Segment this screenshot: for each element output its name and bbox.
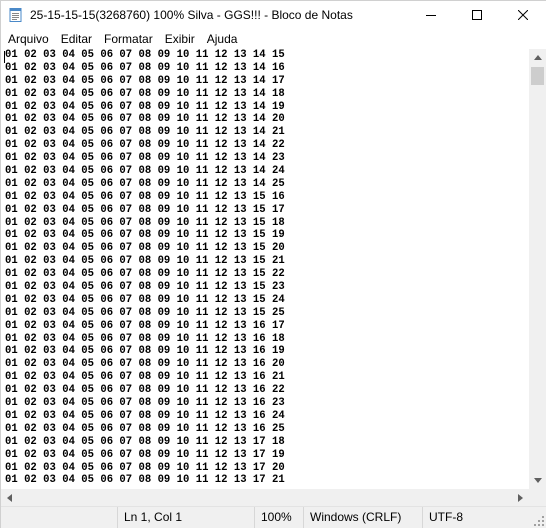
status-encoding: UTF-8 xyxy=(422,507,532,528)
text-line: 01 02 03 04 05 06 07 08 09 10 11 12 13 1… xyxy=(5,397,285,410)
menu-arquivo[interactable]: Arquivo xyxy=(1,29,55,49)
vertical-scroll-thumb[interactable] xyxy=(531,67,544,85)
vertical-scrollbar[interactable] xyxy=(529,49,546,489)
text-line: 01 02 03 04 05 06 07 08 09 10 11 12 13 1… xyxy=(5,371,285,384)
arrow-down-icon xyxy=(533,478,542,483)
text-line: 01 02 03 04 05 06 07 08 09 10 11 12 13 1… xyxy=(5,358,285,371)
close-icon xyxy=(518,10,528,20)
text-caret xyxy=(4,51,5,63)
scroll-down-button[interactable] xyxy=(529,472,546,489)
window-controls xyxy=(408,1,546,29)
text-line: 01 02 03 04 05 06 07 08 09 10 11 12 13 1… xyxy=(5,100,285,113)
resize-grip-icon[interactable] xyxy=(533,515,545,527)
text-line: 01 02 03 04 05 06 07 08 09 10 11 12 13 1… xyxy=(5,461,285,474)
text-line: 01 02 03 04 05 06 07 08 09 10 11 12 13 1… xyxy=(5,190,285,203)
menu-exibir[interactable]: Exibir xyxy=(159,29,201,49)
text-line: 01 02 03 04 05 06 07 08 09 10 11 12 13 1… xyxy=(5,268,285,281)
scroll-left-button[interactable] xyxy=(1,489,18,506)
arrow-left-icon xyxy=(7,493,12,502)
arrow-up-icon xyxy=(533,55,542,60)
text-line: 01 02 03 04 05 06 07 08 09 10 11 12 13 1… xyxy=(5,448,285,461)
text-line: 01 02 03 04 05 06 07 08 09 10 11 12 13 1… xyxy=(5,474,285,487)
horizontal-scrollbar[interactable] xyxy=(1,489,529,506)
text-line: 01 02 03 04 05 06 07 08 09 10 11 12 13 1… xyxy=(5,74,285,87)
text-line: 01 02 03 04 05 06 07 08 09 10 11 12 13 1… xyxy=(5,113,285,126)
scroll-right-button[interactable] xyxy=(512,489,529,506)
text-line: 01 02 03 04 05 06 07 08 09 10 11 12 13 1… xyxy=(5,293,285,306)
title-bar[interactable]: 25-15-15-15(3268760) 100% Silva - GGS!!!… xyxy=(1,1,546,29)
notepad-icon xyxy=(9,8,22,22)
text-line: 01 02 03 04 05 06 07 08 09 10 11 12 13 1… xyxy=(5,49,285,61)
text-line: 01 02 03 04 05 06 07 08 09 10 11 12 13 1… xyxy=(5,152,285,165)
minimize-button[interactable] xyxy=(408,1,454,29)
text-line: 01 02 03 04 05 06 07 08 09 10 11 12 13 1… xyxy=(5,319,285,332)
menu-formatar[interactable]: Formatar xyxy=(98,29,159,49)
status-zoom: 100% xyxy=(254,507,303,528)
scrollbar-corner xyxy=(529,489,546,506)
text-line: 01 02 03 04 05 06 07 08 09 10 11 12 13 1… xyxy=(5,422,285,435)
window-title: 25-15-15-15(3268760) 100% Silva - GGS!!!… xyxy=(30,8,353,22)
text-line: 01 02 03 04 05 06 07 08 09 10 11 12 13 1… xyxy=(5,306,285,319)
text-line: 01 02 03 04 05 06 07 08 09 10 11 12 13 1… xyxy=(5,87,285,100)
text-editor[interactable]: 01 02 03 04 05 06 07 08 09 10 11 12 13 1… xyxy=(1,49,529,489)
text-line: 01 02 03 04 05 06 07 08 09 10 11 12 13 1… xyxy=(5,61,285,74)
text-line: 01 02 03 04 05 06 07 08 09 10 11 12 13 1… xyxy=(5,165,285,178)
minimize-icon xyxy=(426,15,436,16)
text-line: 01 02 03 04 05 06 07 08 09 10 11 12 13 1… xyxy=(5,126,285,139)
text-line: 01 02 03 04 05 06 07 08 09 10 11 12 13 1… xyxy=(5,345,285,358)
text-line: 01 02 03 04 05 06 07 08 09 10 11 12 13 1… xyxy=(5,435,285,448)
text-line: 01 02 03 04 05 06 07 08 09 10 11 12 13 1… xyxy=(5,281,285,294)
scroll-up-button[interactable] xyxy=(529,49,546,66)
text-line: 01 02 03 04 05 06 07 08 09 10 11 12 13 1… xyxy=(5,139,285,152)
arrow-right-icon xyxy=(518,493,523,502)
text-line: 01 02 03 04 05 06 07 08 09 10 11 12 13 1… xyxy=(5,255,285,268)
text-line: 01 02 03 04 05 06 07 08 09 10 11 12 13 1… xyxy=(5,229,285,242)
text-line: 01 02 03 04 05 06 07 08 09 10 11 12 13 1… xyxy=(5,409,285,422)
text-line: 01 02 03 04 05 06 07 08 09 10 11 12 13 1… xyxy=(5,177,285,190)
maximize-button[interactable] xyxy=(454,1,500,29)
text-line: 01 02 03 04 05 06 07 08 09 10 11 12 13 1… xyxy=(5,216,285,229)
text-line: 01 02 03 04 05 06 07 08 09 10 11 12 13 1… xyxy=(5,203,285,216)
menu-editar[interactable]: Editar xyxy=(55,29,98,49)
text-line: 01 02 03 04 05 06 07 08 09 10 11 12 13 1… xyxy=(5,242,285,255)
notepad-window: 25-15-15-15(3268760) 100% Silva - GGS!!!… xyxy=(0,0,546,528)
status-line-ending: Windows (CRLF) xyxy=(303,507,422,528)
close-button[interactable] xyxy=(500,1,546,29)
menu-bar: Arquivo Editar Formatar Exibir Ajuda xyxy=(1,29,546,49)
text-line: 01 02 03 04 05 06 07 08 09 10 11 12 13 1… xyxy=(5,332,285,345)
maximize-icon xyxy=(472,10,482,20)
status-position: Ln 1, Col 1 xyxy=(117,507,254,528)
status-bar: Ln 1, Col 1 100% Windows (CRLF) UTF-8 xyxy=(1,506,546,528)
menu-ajuda[interactable]: Ajuda xyxy=(201,29,244,49)
text-line: 01 02 03 04 05 06 07 08 09 10 11 12 13 1… xyxy=(5,384,285,397)
